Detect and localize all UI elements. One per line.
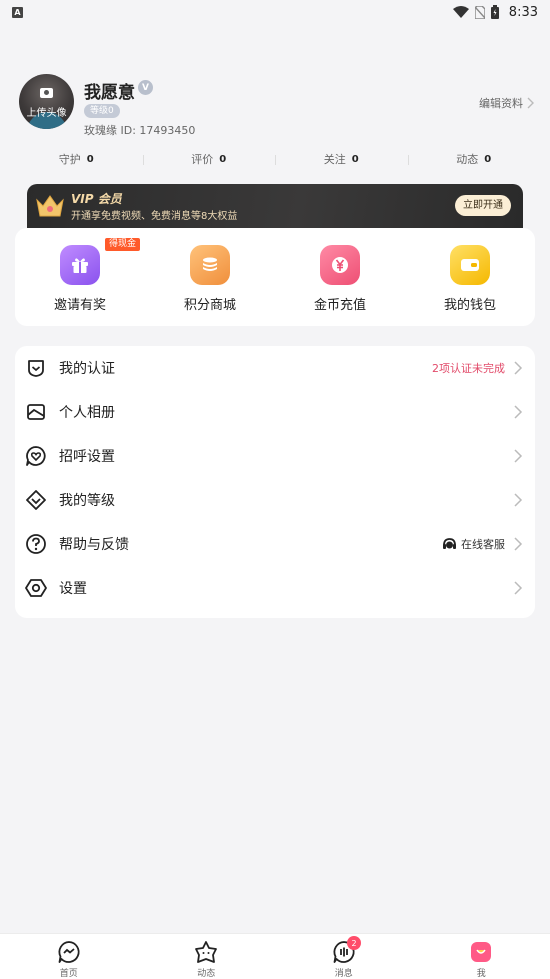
menu-label: 帮助与反馈 <box>59 537 129 553</box>
me-icon <box>471 942 492 962</box>
app-indicator-icon: A <box>12 6 23 18</box>
edit-profile-label: 编辑资料 <box>479 97 523 110</box>
tab-home[interactable]: 首页 <box>0 934 138 979</box>
menu-label: 我的等级 <box>59 493 115 509</box>
vip-subtitle: 开通享免费视频、免费消息等8大权益 <box>71 211 238 222</box>
headset-icon <box>443 537 456 549</box>
online-support-link[interactable]: 在线客服 <box>442 536 505 552</box>
online-support-label: 在线客服 <box>461 538 505 551</box>
tab-messages[interactable]: 消息 2 <box>275 934 413 979</box>
tab-me[interactable]: 我 <box>413 934 550 979</box>
profile-header: 上传头像 我愿意 V 等级0 玫瑰缘 ID: 17493450 编辑资料 <box>0 70 550 140</box>
menu-label: 我的认证 <box>59 361 115 377</box>
menu-label: 招呼设置 <box>59 449 115 465</box>
stat-moments[interactable]: 动态 0 <box>407 151 541 167</box>
level-badge: 等级0 <box>84 104 120 118</box>
stat-guard[interactable]: 守护 0 <box>10 151 143 167</box>
avatar[interactable]: 上传头像 <box>19 74 74 129</box>
wifi-icon <box>452 6 469 18</box>
stat-value: 0 <box>484 153 492 165</box>
vip-title: VIP 会员 <box>71 192 122 206</box>
tab-label: 我 <box>476 969 486 979</box>
verified-icon: V <box>138 80 153 95</box>
chevron-right-icon <box>514 405 523 419</box>
stat-value: 0 <box>351 153 359 165</box>
stat-label: 关注 <box>323 153 346 166</box>
quick-actions-card: 邀请有奖 得现金 积分商城 金币充值 我的钱包 <box>15 228 535 326</box>
tab-moments[interactable]: 动态 <box>138 934 276 979</box>
wallet-icon <box>450 245 490 285</box>
menu-item-certification[interactable]: 我的认证 2项认证未完成 <box>15 346 535 390</box>
upload-avatar-label: 上传头像 <box>26 108 67 119</box>
chevron-right-icon <box>514 581 523 595</box>
menu-label: 个人相册 <box>59 405 115 421</box>
menu-item-my-level[interactable]: 我的等级 <box>15 478 535 522</box>
stat-label: 动态 <box>456 153 479 166</box>
question-icon <box>25 533 47 555</box>
nickname: 我愿意 <box>84 83 135 103</box>
yuan-coin-icon <box>320 245 360 285</box>
heart-chat-icon <box>25 445 47 467</box>
certification-status: 2项认证未完成 <box>432 362 505 375</box>
gift-icon <box>60 245 100 285</box>
vip-banner[interactable]: VIP 会员 开通享免费视频、免费消息等8大权益 立即开通 <box>27 184 523 228</box>
menu-item-greeting-settings[interactable]: 招呼设置 <box>15 434 535 478</box>
no-sim-icon <box>474 5 485 19</box>
tab-label: 动态 <box>197 969 216 979</box>
quick-action-label: 积分商城 <box>183 298 236 313</box>
stats-row: 守护 0 评价 0 关注 0 动态 0 <box>10 148 540 170</box>
vip-open-button[interactable]: 立即开通 <box>455 195 511 216</box>
menu-item-help-feedback[interactable]: 帮助与反馈 在线客服 <box>15 522 535 566</box>
status-bar: A 8:33 <box>0 0 550 24</box>
quick-action-label: 我的钱包 <box>443 298 496 313</box>
menu-item-album[interactable]: 个人相册 <box>15 390 535 434</box>
quick-action-points-mall[interactable]: 积分商城 <box>145 228 275 326</box>
diamond-icon <box>25 489 47 511</box>
hexagon-settings-icon <box>25 577 47 599</box>
coins-icon <box>190 245 230 285</box>
stat-label: 评价 <box>191 153 214 166</box>
tab-label: 首页 <box>59 969 78 979</box>
chevron-right-icon <box>514 449 523 463</box>
quick-action-label: 邀请有奖 <box>53 298 106 313</box>
user-id: 玫瑰缘 ID: 17493450 <box>84 124 196 137</box>
clock: 8:33 <box>508 4 538 20</box>
crown-icon <box>36 195 64 217</box>
camera-icon <box>40 88 53 98</box>
shield-check-icon <box>25 357 47 379</box>
album-icon <box>25 401 47 423</box>
stat-review[interactable]: 评价 0 <box>142 151 276 167</box>
star-face-icon <box>195 941 218 963</box>
tab-label: 消息 <box>334 969 353 979</box>
home-heart-icon <box>58 941 80 963</box>
stat-value: 0 <box>219 153 227 165</box>
stat-label: 守护 <box>58 153 81 166</box>
quick-action-label: 金币充值 <box>313 298 366 313</box>
cash-badge: 得现金 <box>105 238 141 251</box>
quick-action-invite[interactable]: 邀请有奖 得现金 <box>15 228 145 326</box>
chevron-right-icon <box>514 537 523 551</box>
quick-action-wallet[interactable]: 我的钱包 <box>405 228 535 326</box>
bottom-tab-bar: 首页 动态 消息 2 我 <box>0 933 550 979</box>
stat-following[interactable]: 关注 0 <box>275 151 408 167</box>
chevron-right-icon <box>514 361 523 375</box>
edit-profile-button[interactable]: 编辑资料 <box>479 95 534 111</box>
chevron-right-icon <box>514 493 523 507</box>
unread-badge: 2 <box>347 936 361 950</box>
chevron-right-icon <box>527 97 534 109</box>
battery-icon <box>490 5 499 19</box>
menu-label: 设置 <box>59 581 87 597</box>
menu-list: 我的认证 2项认证未完成 个人相册 招呼设置 我的等级 帮助与反馈 在线客服 设… <box>15 346 535 618</box>
stat-value: 0 <box>86 153 94 165</box>
quick-action-recharge[interactable]: 金币充值 <box>275 228 405 326</box>
menu-item-settings[interactable]: 设置 <box>15 566 535 610</box>
